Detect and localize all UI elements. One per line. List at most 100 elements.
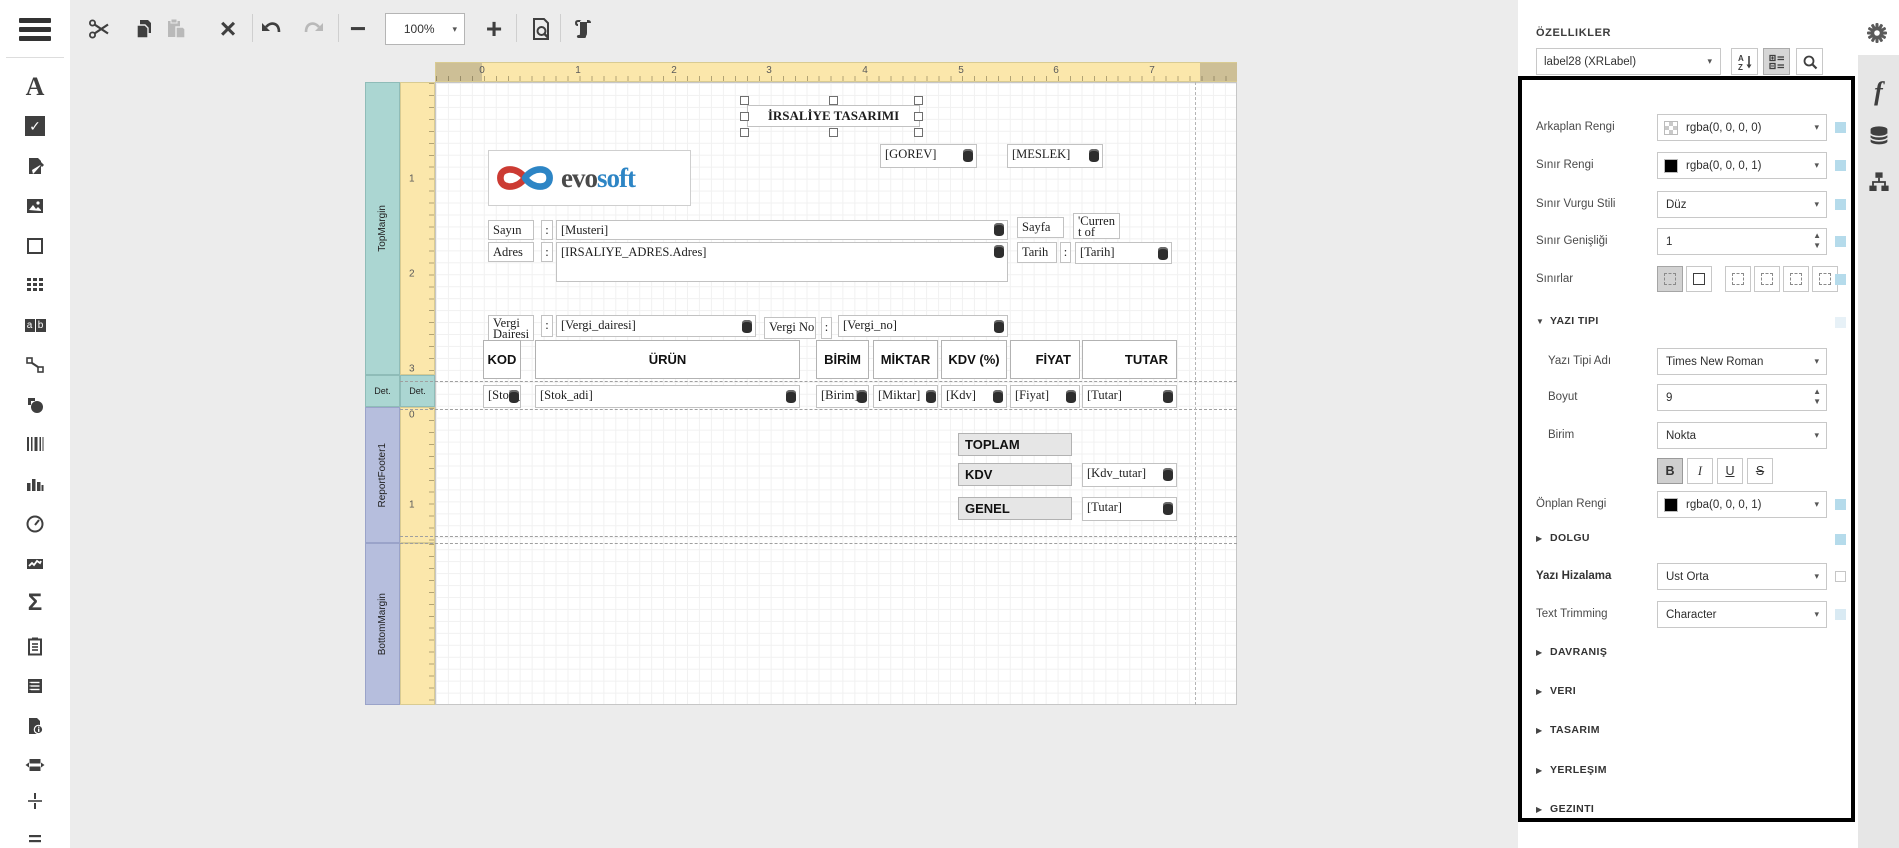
panel-tool[interactable] xyxy=(0,229,70,263)
detail-cell-stok-kodu[interactable]: [Stok_Kodu] xyxy=(483,385,521,408)
property-marker[interactable] xyxy=(1835,274,1846,285)
section-dolgu[interactable]: ▶ DOLGU xyxy=(1536,526,1850,554)
detail-cell-tutar[interactable]: [Tutar] xyxy=(1082,385,1177,408)
detail-cell-kdv[interactable]: [Kdv] xyxy=(941,385,1007,408)
zoom-in-button[interactable]: + xyxy=(479,13,509,45)
header-cell-kod[interactable]: KOD xyxy=(483,340,521,379)
resize-handle-w[interactable] xyxy=(740,112,749,121)
border-all-toggle[interactable] xyxy=(1686,266,1712,292)
spinner-buttons[interactable]: ▲▼ xyxy=(1813,387,1821,407)
musteri-field[interactable]: [Musteri] xyxy=(556,220,1008,240)
border-top-toggle[interactable] xyxy=(1754,266,1780,292)
font-unit-dropdown[interactable]: Nokta ▾ xyxy=(1657,422,1827,449)
toplam-label[interactable]: TOPLAM xyxy=(958,433,1072,456)
spin-down-icon[interactable]: ▼ xyxy=(1813,397,1821,407)
italic-button[interactable]: I xyxy=(1687,458,1713,484)
arkaplan-color-dropdown[interactable]: rgba(0, 0, 0, 0) ▾ xyxy=(1657,114,1827,141)
colon-label[interactable]: : xyxy=(1060,242,1071,263)
cross-band-line-tool[interactable] xyxy=(0,784,70,818)
report-title-label[interactable]: İRSALİYE TASARIMI xyxy=(747,105,920,127)
line-tool[interactable] xyxy=(0,348,70,382)
header-cell-fiyat[interactable]: FİYAT xyxy=(1010,340,1080,379)
resize-handle-se[interactable] xyxy=(914,128,923,137)
character-comb-tool[interactable]: ab xyxy=(0,308,70,342)
spin-up-icon[interactable]: ▲ xyxy=(1813,231,1821,241)
font-size-spinner[interactable]: 9 ▲▼ xyxy=(1657,384,1827,411)
genel-tutar-field[interactable]: [Tutar] xyxy=(1082,497,1177,521)
copy-button[interactable] xyxy=(129,13,159,45)
header-cell-kdv[interactable]: KDV (%) xyxy=(941,340,1007,379)
picture-tool[interactable] xyxy=(0,189,70,223)
sinir-vurgu-dropdown[interactable]: Düz ▾ xyxy=(1657,191,1827,218)
vergi-dairesi-label[interactable]: Vergi Dairesi xyxy=(488,315,534,341)
kdv-tutar-field[interactable]: [Kdv_tutar] xyxy=(1082,463,1177,487)
vertical-ruler-top-margin[interactable]: 1 2 3 xyxy=(400,82,435,375)
header-cell-birim[interactable]: BİRİM xyxy=(816,340,869,379)
resize-handle-sw[interactable] xyxy=(740,128,749,137)
section-veri[interactable]: ▶ VERI xyxy=(1536,679,1850,707)
sayin-label[interactable]: Sayın xyxy=(488,220,534,240)
tab-report-explorer[interactable] xyxy=(1858,163,1899,201)
bold-button[interactable]: B xyxy=(1657,458,1683,484)
band-separator[interactable] xyxy=(400,536,1237,537)
property-marker[interactable] xyxy=(1835,571,1846,582)
table-tool[interactable] xyxy=(0,268,70,302)
font-name-dropdown[interactable]: Times New Roman ▾ xyxy=(1657,348,1827,375)
detail-cell-stok-adi[interactable]: [Stok_adi] xyxy=(535,385,800,408)
barcode-tool[interactable] xyxy=(0,427,70,461)
property-marker[interactable] xyxy=(1835,317,1846,328)
detail-cell-birim[interactable]: [Birim] xyxy=(816,385,869,408)
checkbox-tool[interactable]: ✓ xyxy=(0,109,70,143)
property-marker[interactable] xyxy=(1835,236,1846,247)
sort-az-button[interactable]: AZ xyxy=(1731,48,1758,75)
band-separator[interactable] xyxy=(400,381,1237,382)
kdv-label[interactable]: KDV xyxy=(958,463,1072,486)
border-left-toggle[interactable] xyxy=(1725,266,1751,292)
tarih-label[interactable]: Tarih xyxy=(1017,242,1057,263)
text-alignment-dropdown[interactable]: Üst Orta ▾ xyxy=(1657,563,1827,590)
strikethrough-button[interactable]: S xyxy=(1747,458,1773,484)
chart-tool[interactable] xyxy=(0,467,70,501)
detail-cell-fiyat[interactable]: [Fiyat] xyxy=(1010,385,1080,408)
shape-tool[interactable] xyxy=(0,388,70,422)
colon-label[interactable]: : xyxy=(541,242,553,262)
band-top-margin[interactable]: TopMargin xyxy=(365,82,400,375)
adres-field[interactable]: [IRSALIYE_ADRES.Adres] xyxy=(556,242,1008,282)
scripts-button[interactable] xyxy=(568,13,598,45)
tarih-field[interactable]: [Tarih] xyxy=(1075,242,1172,264)
vertical-ruler-report-footer[interactable]: 0 1 xyxy=(400,407,435,543)
undo-button[interactable] xyxy=(256,13,286,45)
main-menu-button[interactable] xyxy=(19,18,51,42)
redo-button[interactable] xyxy=(299,13,329,45)
sinir-color-dropdown[interactable]: rgba(0, 0, 0, 1) ▾ xyxy=(1657,152,1827,179)
band-report-footer[interactable]: ReportFooter1 xyxy=(365,407,400,543)
cross-band-box-tool[interactable] xyxy=(0,820,70,848)
paste-button[interactable] xyxy=(161,13,191,45)
band-detail-ruler[interactable]: Det. xyxy=(400,375,435,407)
delete-button[interactable]: × xyxy=(213,13,243,45)
settings-gear-icon[interactable] xyxy=(1864,20,1890,46)
property-marker[interactable] xyxy=(1835,609,1846,620)
spin-down-icon[interactable]: ▼ xyxy=(1813,241,1821,251)
detail-cell-miktar[interactable]: [Miktar] xyxy=(873,385,938,408)
zoom-select[interactable]: 100% ▾ xyxy=(385,13,465,45)
resize-handle-n[interactable] xyxy=(829,96,838,105)
header-cell-urun[interactable]: ÜRÜN xyxy=(535,340,800,379)
horizontal-ruler[interactable]: 0 1 2 3 4 5 6 7 xyxy=(435,62,1237,82)
page-break-tool[interactable] xyxy=(0,748,70,782)
section-yerlesim[interactable]: ▶ YERLEŞIM xyxy=(1536,758,1850,786)
cut-button[interactable] xyxy=(84,13,114,45)
property-marker[interactable] xyxy=(1835,160,1846,171)
vergi-no-label[interactable]: Vergi No xyxy=(764,317,816,339)
meslek-field[interactable]: [MESLEK] xyxy=(1007,144,1103,168)
property-marker[interactable] xyxy=(1835,499,1846,510)
richtext-tool[interactable] xyxy=(0,149,70,183)
vergi-dairesi-field[interactable]: [Vergi_dairesi] xyxy=(556,315,756,337)
colon-label[interactable]: : xyxy=(821,317,832,339)
logo-picture-box[interactable]: evosoft xyxy=(488,150,691,206)
border-none-toggle[interactable] xyxy=(1657,266,1683,292)
property-marker[interactable] xyxy=(1835,199,1846,210)
pivot-grid-tool[interactable] xyxy=(0,629,70,663)
header-cell-tutar[interactable]: TUTAR xyxy=(1082,340,1177,379)
control-selector-dropdown[interactable]: label28 (XRLabel) ▾ xyxy=(1536,48,1721,75)
